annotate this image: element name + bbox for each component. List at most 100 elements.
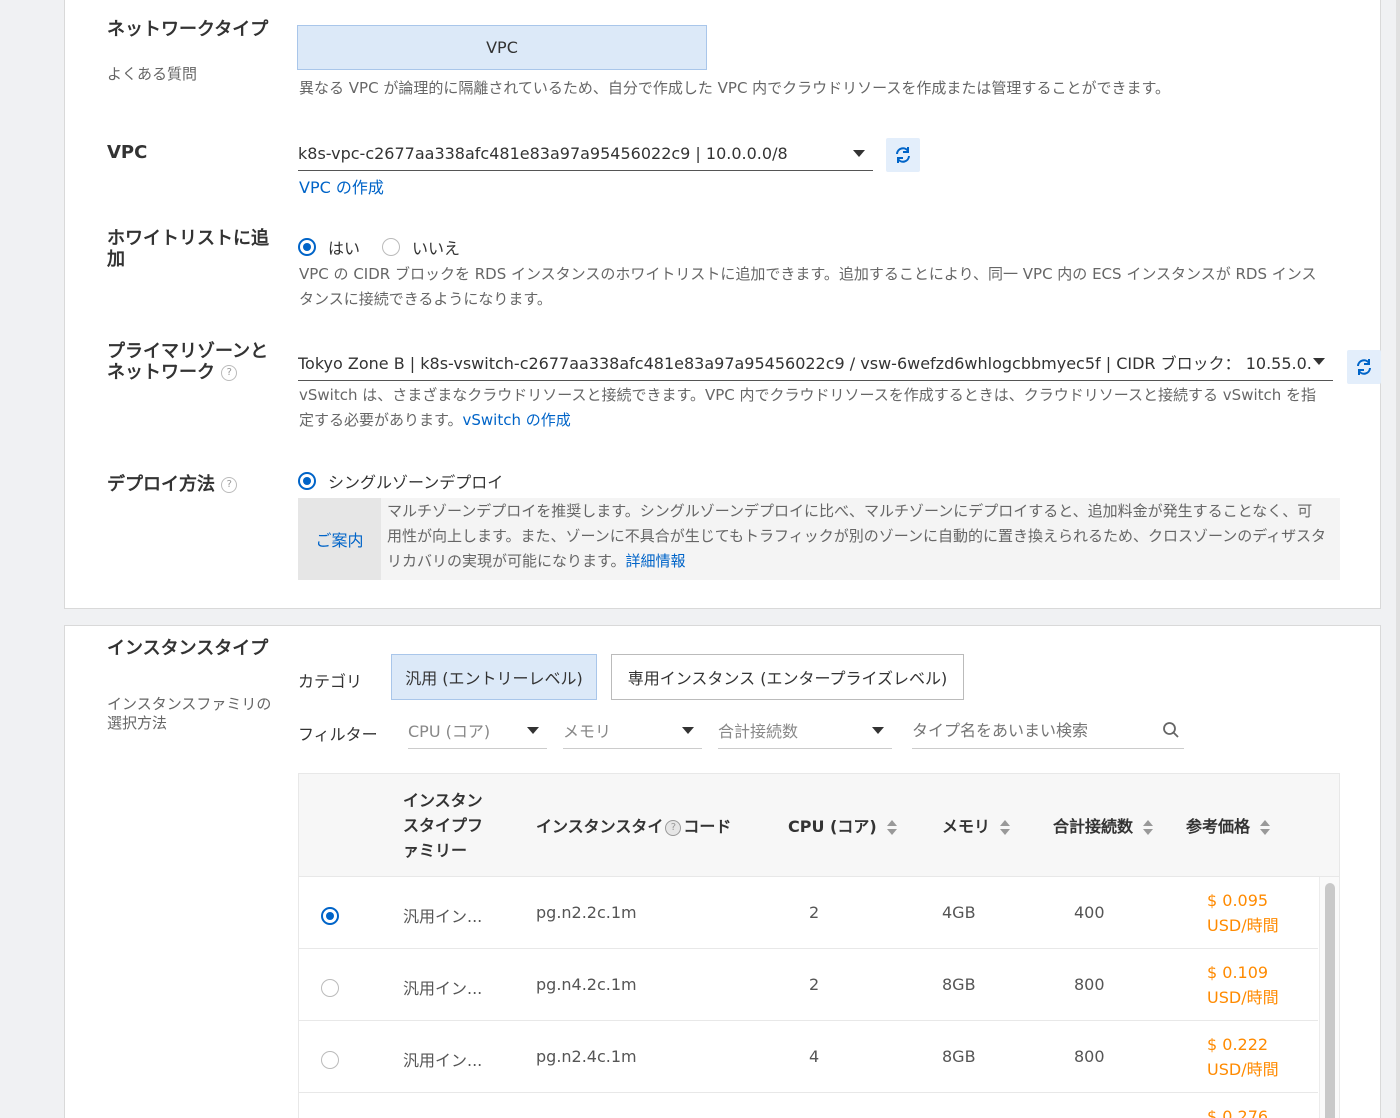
row-price-value: $ 0.095 [1207, 891, 1269, 910]
zone-desc-text: vSwitch は、さまざまなクラウドリソースと接続できます。VPC 内でクラウ… [299, 386, 1317, 429]
chevron-down-icon [682, 726, 694, 734]
cpu-filter-value: CPU (コア) [408, 722, 491, 741]
table-header: インスタンスタイプファミリー インスタンスタイ? コード CPU (コア) メモリ… [299, 774, 1339, 877]
whitelist-yes-label: はい [328, 239, 361, 258]
row-memory: 8GB [942, 975, 976, 994]
deploy-radio-group: シングルゾーンデプロイ [298, 469, 503, 493]
notice-text: マルチゾーンデプロイを推奨します。シングルゾーンデプロイに比べ、マルチゾーンにデ… [381, 498, 1340, 580]
cpu-filter-select[interactable]: CPU (コア) [408, 712, 547, 749]
whitelist-radio-group: はい いいえ [298, 235, 460, 259]
row-cpu: 2 [809, 975, 820, 994]
row-radio[interactable] [321, 1050, 339, 1069]
single-zone-label: シングルゾーンデプロイ [328, 473, 504, 492]
header-code: インスタンスタイ? コード [536, 813, 731, 837]
whitelist-no-label: いいえ [412, 239, 461, 258]
vpc-select[interactable]: k8s-vpc-c2677aa338afc481e83a97a95456022c… [298, 136, 873, 171]
category-label: カテゴリ [298, 672, 363, 691]
chevron-down-icon [1313, 358, 1325, 365]
header-cpu[interactable]: CPU (コア) [788, 813, 897, 837]
row-price: $ 0.276 [1207, 1104, 1268, 1118]
row-cpu: 4 [809, 1047, 820, 1066]
filter-label: フィルター [298, 725, 378, 744]
memory-filter-select[interactable]: メモリ [563, 712, 702, 749]
chevron-down-icon [527, 726, 539, 734]
page-scrollbar[interactable] [1396, 0, 1400, 1118]
row-connections: 800 [1074, 975, 1105, 994]
type-search-input[interactable] [912, 720, 1162, 740]
row-family: 汎用イン... [403, 907, 483, 926]
header-connections-text: 合計接続数 [1053, 817, 1134, 836]
row-price: $ 0.095 USD/時間 [1207, 888, 1279, 938]
row-code: pg.n2.4c.1m [536, 1047, 637, 1066]
vpc-select-value: k8s-vpc-c2677aa338afc481e83a97a95456022c… [298, 143, 788, 163]
header-memory[interactable]: メモリ [942, 813, 1011, 837]
notice-body: マルチゾーンデプロイを推奨します。シングルゾーンデプロイに比べ、マルチゾーンにデ… [387, 502, 1327, 570]
row-radio[interactable] [321, 906, 339, 925]
table-row[interactable]: 汎用イン... pg.n2.2c.1m 2 4GB 400 $ 0.095 US… [299, 877, 1318, 949]
help-icon[interactable]: ? [665, 819, 682, 836]
tab-dedicated[interactable]: 専用インスタンス (エンタープライズレベル) [611, 654, 964, 700]
table-scrollbar-thumb[interactable] [1325, 883, 1335, 1118]
zone-select[interactable]: Tokyo Zone B | k8s-vswitch-c2677aa338afc… [298, 343, 1333, 381]
row-family: 汎用イン... [403, 979, 483, 998]
table-row[interactable]: 汎用イン... pg.n4.2c.1m 2 8GB 800 $ 0.109 US… [299, 949, 1318, 1021]
vpc-label: VPC [107, 142, 148, 163]
help-icon[interactable]: ? [221, 365, 238, 381]
header-connections[interactable]: 合計接続数 [1053, 813, 1154, 837]
row-price-unit: USD/時間 [1207, 1060, 1279, 1079]
notice-tag: ご案内 [298, 498, 381, 580]
table-scrollbar-track[interactable] [1319, 877, 1339, 1118]
create-vswitch-link[interactable]: vSwitch の作成 [463, 411, 571, 429]
instance-type-panel: インスタンスタイプ インスタンスファミリの選択方法 カテゴリ 汎用 (エントリー… [64, 625, 1381, 1118]
row-price: $ 0.222 USD/時間 [1207, 1032, 1279, 1082]
sort-icon [1260, 820, 1271, 835]
deploy-label-text: デプロイ方法 [107, 474, 215, 495]
sort-icon [1000, 820, 1011, 835]
header-code-suffix: コード [683, 817, 732, 836]
vpc-refresh-button[interactable] [886, 138, 920, 172]
chevron-down-icon [853, 149, 865, 157]
zone-refresh-button[interactable] [1347, 350, 1381, 384]
connections-filter-value: 合計接続数 [718, 722, 799, 741]
whitelist-desc: VPC の CIDR ブロックを RDS インスタンスのホワイトリストに追加でき… [299, 265, 1317, 308]
sort-icon [1143, 820, 1154, 835]
table-row[interactable]: 汎用イン... pg.n2.4c.1m 4 8GB 800 $ 0.222 US… [299, 1021, 1318, 1093]
network-type-desc: 異なる VPC が論理的に隔離されているため、自分で作成した VPC 内でクラウ… [299, 79, 1170, 97]
row-connections: 800 [1074, 1047, 1105, 1066]
row-price-unit: USD/時間 [1207, 916, 1279, 935]
create-vpc-link[interactable]: VPC の作成 [299, 174, 384, 198]
table-row[interactable]: $ 0.276 [299, 1093, 1318, 1118]
whitelist-no-radio[interactable] [382, 238, 401, 256]
header-price-text: 参考価格 [1186, 817, 1251, 836]
memory-filter-value: メモリ [563, 722, 612, 741]
row-cpu: 2 [809, 903, 820, 922]
row-price-value: $ 0.276 [1207, 1107, 1269, 1118]
zone-label: プライマリゾーンとネットワーク ? [107, 341, 282, 383]
row-memory: 8GB [942, 1047, 976, 1066]
row-price: $ 0.109 USD/時間 [1207, 960, 1279, 1010]
detail-info-link[interactable]: 詳細情報 [626, 552, 686, 570]
row-family: 汎用イン... [403, 1051, 483, 1070]
header-cpu-text: CPU (コア) [788, 817, 877, 836]
row-code: pg.n2.2c.1m [536, 903, 637, 922]
row-radio[interactable] [321, 978, 339, 997]
help-icon[interactable]: ? [221, 477, 238, 493]
network-settings-panel: ネットワークタイプ よくある質問 VPC 異なる VPC が論理的に隔離されてい… [64, 0, 1381, 609]
sort-icon [886, 820, 897, 835]
single-zone-radio[interactable] [298, 472, 316, 490]
instance-type-label: インスタンスタイプ [107, 638, 269, 659]
tab-general[interactable]: 汎用 (エントリーレベル) [391, 654, 597, 700]
vpc-network-type-button[interactable]: VPC [297, 25, 707, 70]
header-family: インスタンスタイプファミリー [403, 791, 484, 860]
header-code-text: インスタンスタイ [536, 817, 664, 836]
search-icon[interactable] [1162, 721, 1180, 739]
whitelist-yes-radio[interactable] [298, 238, 316, 256]
connections-filter-select[interactable]: 合計接続数 [718, 712, 892, 749]
zone-desc: vSwitch は、さまざまなクラウドリソースと接続できます。VPC 内でクラウ… [299, 383, 1329, 433]
header-price[interactable]: 参考価格 [1186, 813, 1271, 837]
zone-label-text: プライマリゾーンとネットワーク [107, 341, 269, 383]
whitelist-label: ホワイトリストに追加 [107, 228, 269, 270]
header-memory-text: メモリ [942, 817, 991, 836]
row-code: pg.n4.2c.1m [536, 975, 637, 994]
network-type-label: ネットワークタイプ [107, 19, 269, 40]
